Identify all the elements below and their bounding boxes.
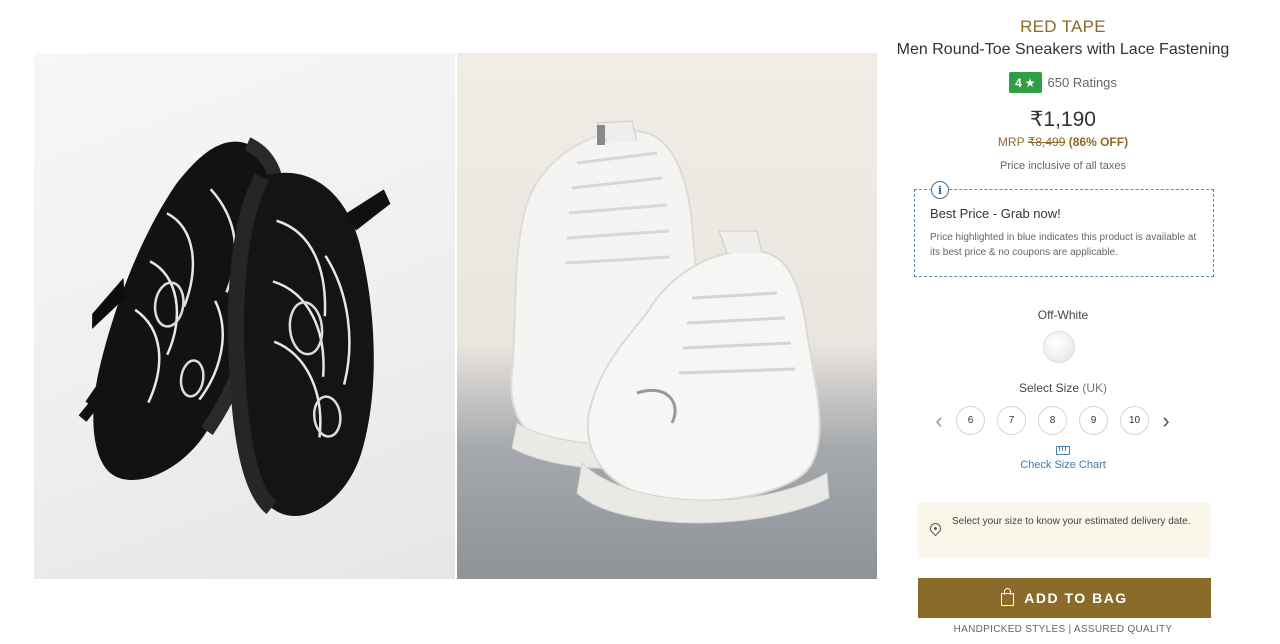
black-sneakers-illustration [78,137,391,517]
size-label: Select Size (UK) [890,381,1236,395]
delivery-info-box: Select your size to know your estimated … [918,503,1210,558]
size-option-9[interactable]: 9 [1079,406,1108,435]
color-swatch-off-white[interactable] [1043,331,1075,363]
mrp-label: MRP [997,135,1025,149]
tax-note: Price inclusive of all taxes [1000,160,1126,172]
best-price-description: Price highlighted in blue indicates this… [930,232,1197,258]
selling-price: ₹1,190 [1030,108,1096,131]
product-gallery [34,53,877,579]
size-option-7[interactable]: 7 [997,406,1026,435]
chevron-right-icon[interactable]: › [1155,407,1177,435]
brand-name[interactable]: RED TAPE [890,17,1236,37]
mrp-row: MRP ₹8,499 (86% OFF) [890,135,1236,149]
product-title: Men Round-Toe Sneakers with Lace Fasteni… [896,41,1230,58]
quality-note: HANDPICKED STYLES | ASSURED QUALITY [953,624,1173,635]
check-size-chart-link[interactable]: Check Size Chart [1020,459,1106,471]
color-label: Off-White [1037,308,1089,322]
size-option-10[interactable]: 10 [1120,406,1149,435]
size-selector: ‹ 6 7 8 9 10 › [928,406,1177,435]
size-option-6[interactable]: 6 [956,406,985,435]
ruler-icon [1056,446,1070,455]
size-unit: (UK) [1082,381,1108,395]
product-image-black-pair[interactable] [34,53,455,579]
size-label-text: Select Size [1018,381,1079,395]
size-option-8[interactable]: 8 [1038,406,1067,435]
add-to-bag-label: ADD TO BAG [1024,590,1128,606]
best-price-box: i Best Price - Grab now! Price highlight… [914,181,1214,277]
mrp-value: ₹8,499 [1027,135,1066,149]
delivery-text: Select your size to know your estimated … [952,516,1191,527]
best-price-title: Best Price - Grab now! [930,206,1061,221]
rating-badge: 4 ★ [1009,72,1042,93]
discount-percent: (86% OFF) [1068,135,1129,149]
white-sneakers-illustration [510,120,830,524]
rating-row[interactable]: 4 ★ 650 Ratings [890,72,1236,93]
chevron-left-icon[interactable]: ‹ [928,407,950,435]
rating-value: 4 [1015,75,1022,90]
size-chart-link-group[interactable]: Check Size Chart [890,446,1236,471]
location-pin-icon [927,520,944,537]
star-icon: ★ [1024,75,1036,90]
info-icon: i [931,181,949,199]
add-to-bag-button[interactable]: ADD TO BAG [918,578,1211,618]
product-image-white-pair[interactable] [457,53,877,579]
shopping-bag-icon [1001,588,1015,606]
ratings-count: 650 Ratings [1047,75,1117,90]
